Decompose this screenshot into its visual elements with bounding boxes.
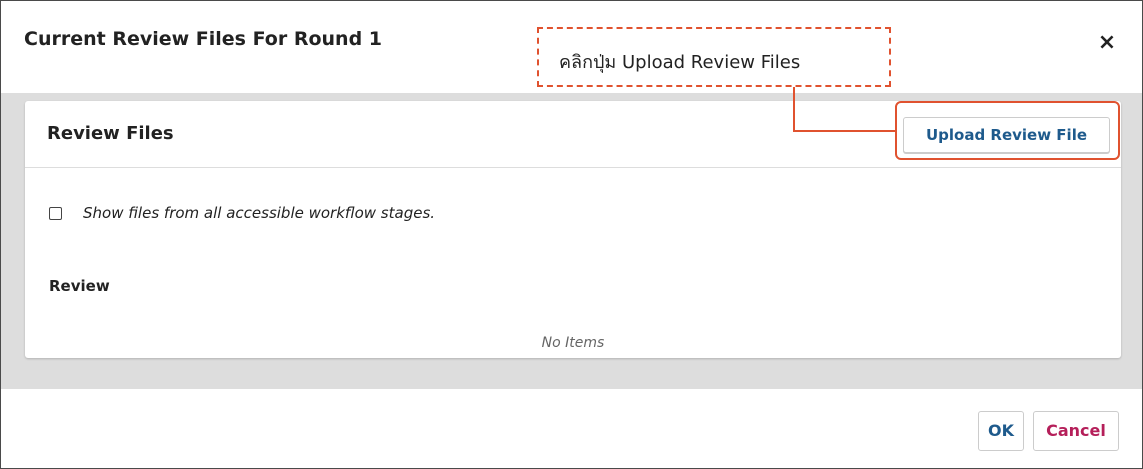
annotation-text: คลิกปุ่ม Upload Review Files [559, 52, 801, 73]
dialog-footer: OK Cancel [1, 389, 1142, 468]
dialog-title: Current Review Files For Round 1 [24, 28, 383, 50]
cancel-button[interactable]: Cancel [1033, 411, 1119, 451]
annotation-callout: คลิกปุ่ม Upload Review Files [537, 27, 891, 87]
ok-button[interactable]: OK [978, 411, 1024, 451]
annotation-highlight-box [895, 101, 1120, 160]
annotation-connector-horizontal [793, 130, 895, 132]
close-icon[interactable]: × [1094, 30, 1120, 56]
annotation-connector-vertical [793, 87, 795, 132]
panel-title: Review Files [47, 123, 174, 144]
show-all-stages-checkbox[interactable] [49, 207, 62, 220]
empty-list-message: No Items [541, 335, 605, 351]
review-section-title: Review [49, 277, 110, 295]
show-all-stages-label[interactable]: Show files from all accessible workflow … [83, 204, 435, 222]
